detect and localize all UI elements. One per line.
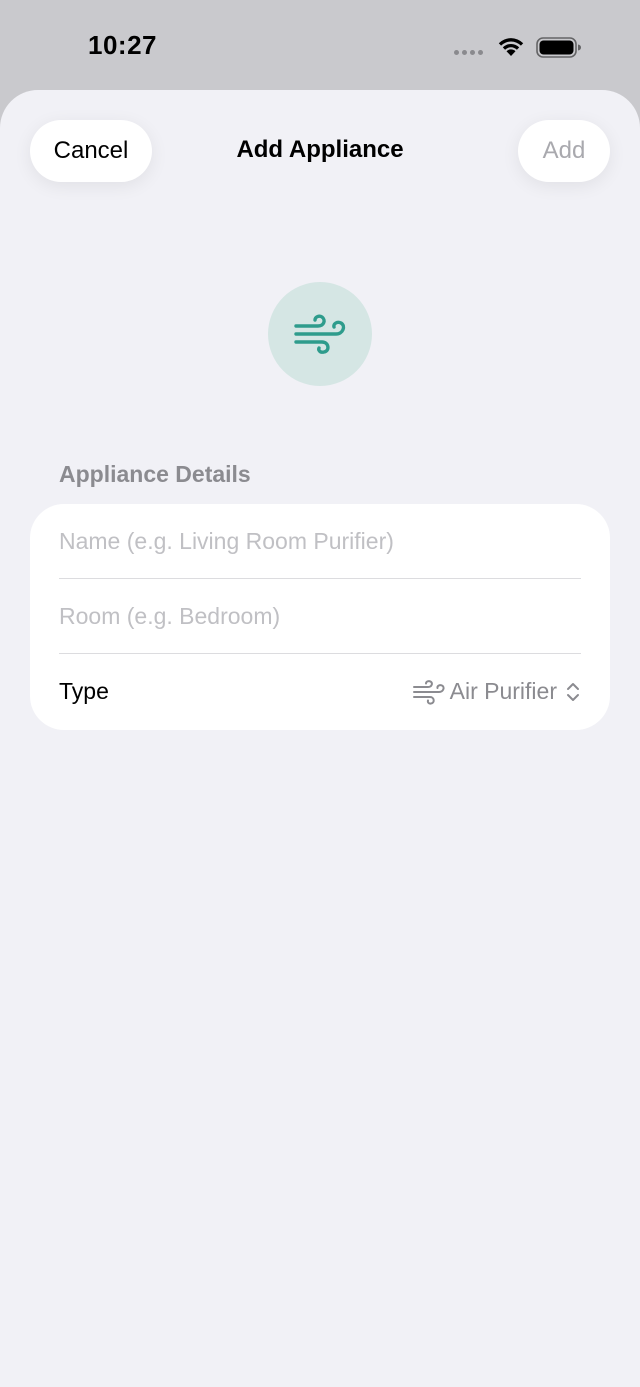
room-field[interactable]: [59, 602, 581, 630]
type-label: Type: [59, 678, 109, 704]
add-button[interactable]: Add: [518, 120, 610, 182]
appliance-details-card: Type Air Purifier: [30, 504, 610, 730]
type-row: Type Air Purifier: [59, 654, 581, 729]
chevron-up-down-icon: [567, 682, 579, 701]
status-bar: 10:27: [0, 0, 640, 90]
appliance-icon-badge: [268, 282, 372, 386]
battery-icon: [536, 37, 581, 58]
wind-icon: [412, 679, 445, 705]
cellular-signal-icon: [454, 50, 483, 55]
type-picker[interactable]: Air Purifier: [412, 678, 581, 705]
section-header-appliance-details: Appliance Details: [59, 461, 251, 487]
wind-icon: [294, 314, 346, 354]
add-appliance-sheet: Cancel Add Appliance Add Appliance Detai…: [0, 90, 640, 1387]
type-value: Air Purifier: [449, 678, 557, 704]
name-field[interactable]: [59, 527, 581, 555]
wifi-icon: [498, 38, 524, 56]
name-row: [59, 504, 581, 579]
status-time: 10:27: [88, 30, 157, 60]
room-row: [59, 579, 581, 654]
